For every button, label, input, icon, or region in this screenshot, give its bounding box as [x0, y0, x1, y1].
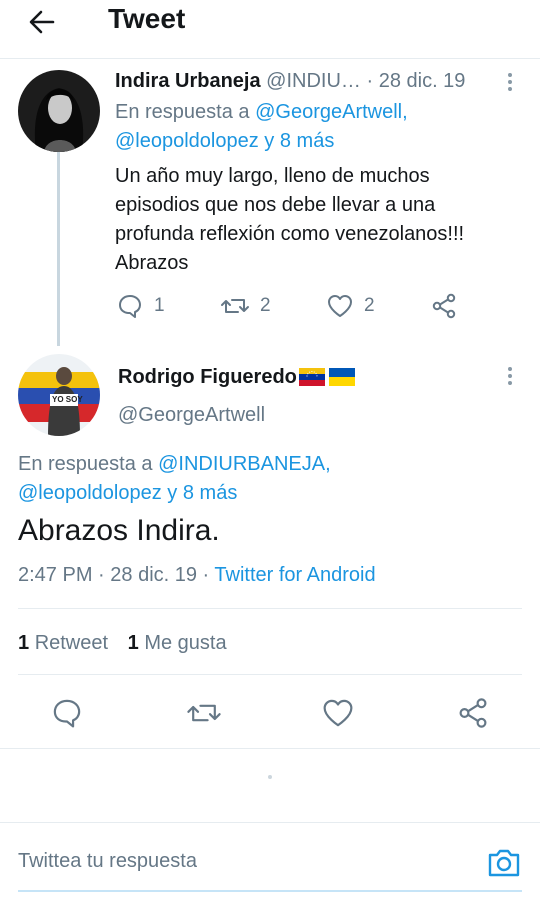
- mention-link[interactable]: @INDIURBANEJA,: [158, 453, 331, 475]
- tweet-text-line: episodios que nos debe llevar a una: [115, 194, 436, 216]
- like-action[interactable]: 2: [326, 290, 375, 322]
- more-options-icon[interactable]: [500, 364, 520, 388]
- mention-link[interactable]: @leopoldolopez y 8 más: [115, 130, 334, 152]
- retweets-count: 1: [18, 632, 30, 654]
- like-button[interactable]: [321, 696, 357, 732]
- tweet-time: 2:47 PM: [18, 564, 93, 586]
- reply-context: En respuesta a @INDIURBANEJA, @leopoldol…: [18, 450, 518, 508]
- author-handle[interactable]: @INDIU…: [266, 70, 361, 92]
- tweet-date: 28 dic. 19: [110, 564, 197, 586]
- reply-button[interactable]: [50, 696, 86, 732]
- retweets-stat[interactable]: 1 Retweet: [18, 632, 108, 654]
- reply-prefix: En respuesta a: [115, 101, 256, 123]
- input-underline: [18, 890, 522, 892]
- separator: ·: [360, 70, 379, 92]
- tweet-text-line: profunda reflexión como venezolanos!!!: [115, 223, 465, 245]
- tweet-meta: 2:47 PM · 28 dic. 19 · Twitter for Andro…: [18, 562, 376, 588]
- mention-link[interactable]: @leopoldolopez y 8 más: [18, 482, 237, 504]
- retweet-button[interactable]: [186, 696, 222, 732]
- reply-action[interactable]: 1: [116, 290, 165, 322]
- loading-indicator: [268, 775, 272, 779]
- share-icon: [459, 698, 487, 728]
- reply-input[interactable]: Twittea tu respuesta: [18, 847, 197, 875]
- tweet-text-line: Abrazos: [115, 252, 189, 274]
- tweet-date: 28 dic. 19: [378, 70, 466, 92]
- tweet-text: Un año muy largo, lleno de muchos episod…: [115, 162, 515, 278]
- tweet-source-link[interactable]: Twitter for Android: [214, 564, 375, 586]
- mention-link[interactable]: @GeorgeArtwell,: [255, 101, 408, 123]
- reply-prefix: En respuesta a: [18, 453, 159, 475]
- retweet-action[interactable]: 2: [220, 290, 271, 322]
- divider: [0, 822, 540, 823]
- separator: ·: [92, 564, 111, 586]
- likes-stat[interactable]: 1 Me gusta: [128, 632, 227, 654]
- heart-icon: [323, 699, 353, 727]
- tweet-author-line: Indira Urbaneja @INDIU… · 28 dic. 19: [115, 68, 465, 94]
- avatar-rodrigo[interactable]: YO SOY: [18, 354, 100, 436]
- engagement-stats: 1 Retweet 1 Me gusta: [18, 630, 227, 656]
- share-button[interactable]: [456, 696, 492, 732]
- retweets-label: Retweet: [34, 632, 109, 654]
- divider: [18, 674, 522, 675]
- reply-icon: [53, 699, 81, 728]
- tweet-text: Abrazos Indira.: [18, 514, 220, 547]
- page-title: Tweet: [108, 3, 186, 34]
- share-icon: [432, 293, 456, 319]
- tweet-text-line: Un año muy largo, lleno de muchos: [115, 165, 430, 187]
- author-handle[interactable]: @GeorgeArtwell: [118, 402, 265, 428]
- retweet-icon: [187, 704, 221, 722]
- reply-icon: [119, 295, 141, 318]
- thread-line: [57, 150, 60, 346]
- author-name[interactable]: Rodrigo Figueredo: [118, 364, 297, 390]
- like-count: 2: [364, 295, 375, 316]
- camera-icon[interactable]: [484, 842, 524, 882]
- ukraine-flag-icon: [328, 368, 355, 386]
- top-bar: [0, 0, 540, 59]
- divider: [0, 748, 540, 749]
- likes-label: Me gusta: [144, 632, 227, 654]
- reply-count: 1: [154, 295, 165, 316]
- retweet-icon: [221, 299, 249, 313]
- avatar-banner-text: YO SOY: [52, 395, 83, 404]
- author-name[interactable]: Indira Urbaneja: [115, 70, 261, 92]
- retweet-count: 2: [260, 295, 271, 316]
- author-name-row: Rodrigo Figueredo: [118, 364, 355, 390]
- avatar-indira[interactable]: [18, 70, 100, 152]
- reply-context: En respuesta a @GeorgeArtwell, @leopoldo…: [115, 98, 515, 156]
- venezuela-flag-icon: [298, 368, 325, 386]
- divider: [18, 608, 522, 609]
- more-options-icon[interactable]: [500, 70, 520, 94]
- heart-icon: [328, 295, 352, 317]
- back-arrow-icon[interactable]: [22, 2, 62, 42]
- separator: ·: [197, 564, 215, 586]
- likes-count: 1: [127, 632, 139, 654]
- share-action[interactable]: [430, 290, 458, 322]
